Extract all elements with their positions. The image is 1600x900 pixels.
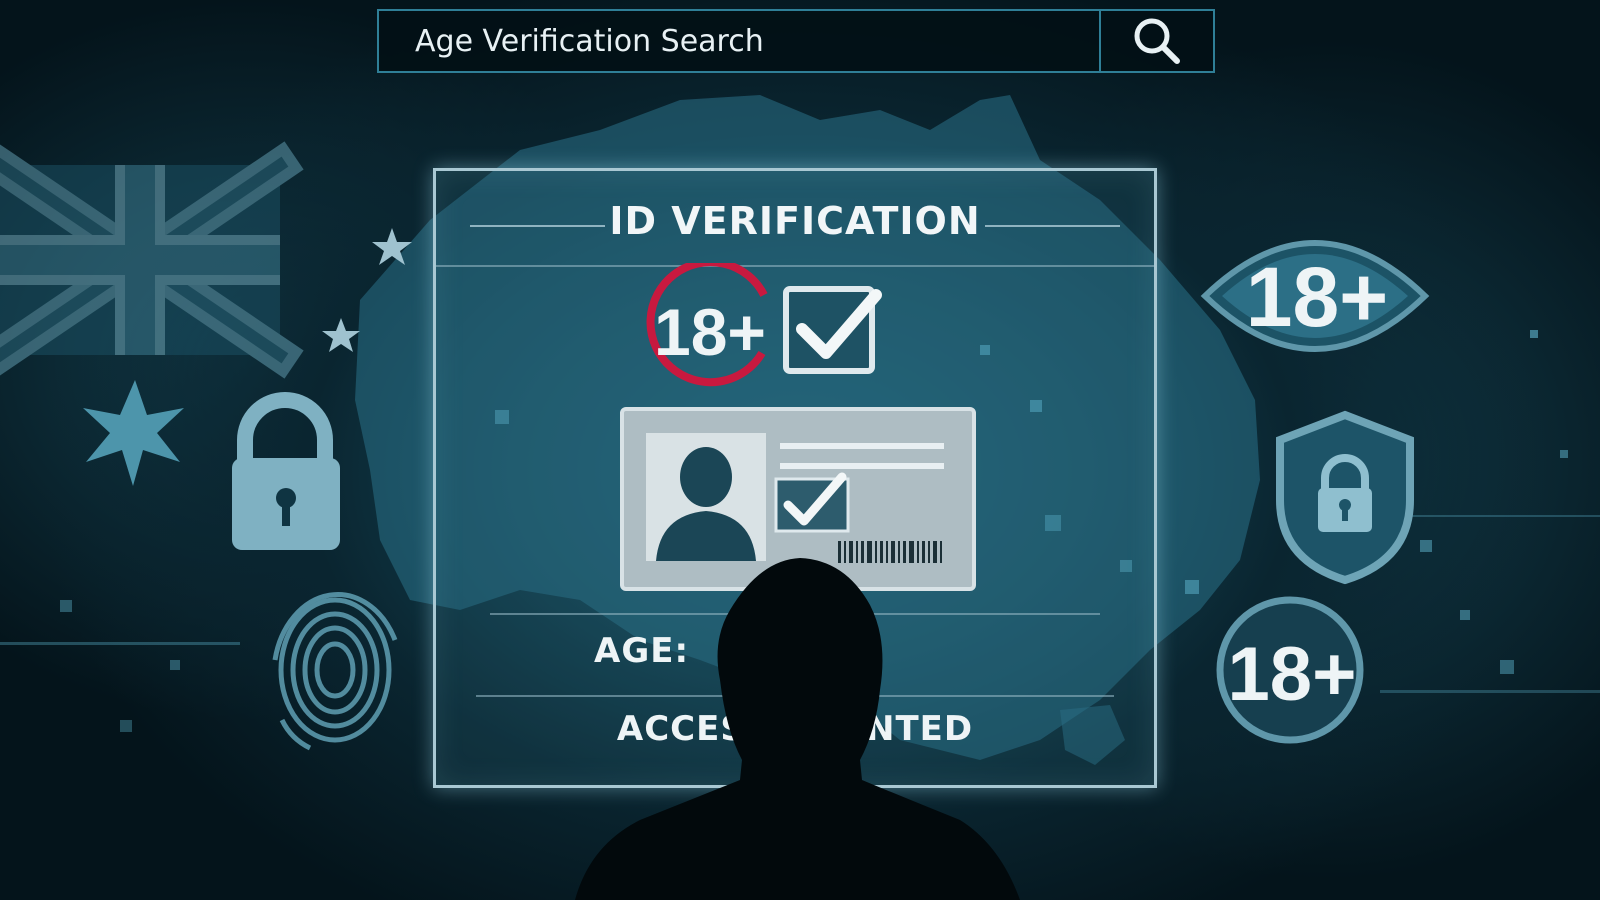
person-silhouette <box>575 558 1020 900</box>
scene-background: 18+ 18+ ID VERIFICATION <box>0 0 1600 900</box>
